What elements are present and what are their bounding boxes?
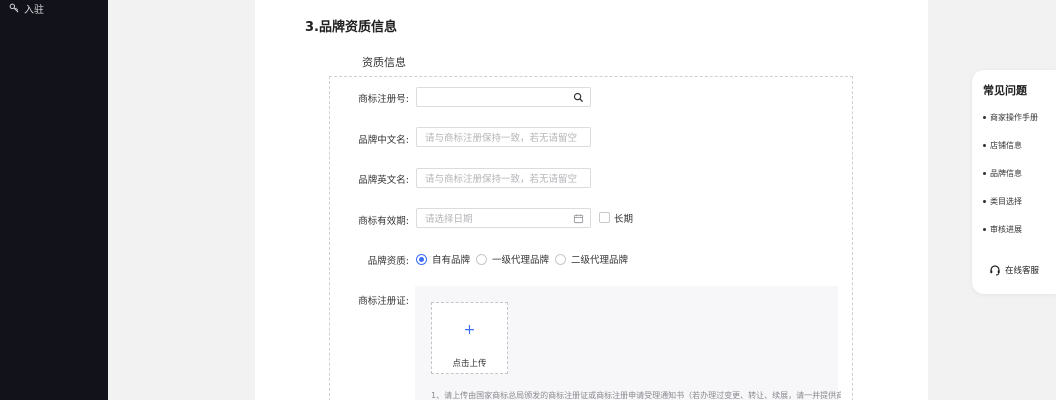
- brand-en-placeholder: 请与商标注册保持一致，若无请留空: [425, 174, 578, 185]
- radio-first-agent[interactable]: 一级代理品牌: [476, 252, 549, 266]
- upload-area: + 点击上传 1、请上传由国家商标总局颁发的商标注册证或商标注册申请受理通知书（…: [415, 286, 841, 400]
- brand-en-label: 品牌英文名:: [358, 175, 409, 186]
- online-service-button[interactable]: 在线客服: [989, 264, 1039, 276]
- faq-item[interactable]: 店铺信息: [983, 140, 1022, 151]
- search-icon[interactable]: [573, 92, 584, 103]
- brand-en-input[interactable]: 请与商标注册保持一致，若无请留空: [416, 168, 591, 188]
- bullet-icon: [983, 172, 986, 175]
- radio-button-selected[interactable]: [416, 253, 427, 265]
- radio-label: 二级代理品牌: [571, 255, 629, 266]
- faq-item[interactable]: 品牌信息: [983, 168, 1022, 179]
- long-term-label: 长期: [614, 214, 634, 225]
- brand-cn-input[interactable]: 请与商标注册保持一致，若无请留空: [416, 127, 591, 147]
- faq-item[interactable]: 类目选择: [983, 196, 1022, 207]
- brand-cn-placeholder: 请与商标注册保持一致，若无请留空: [425, 133, 578, 144]
- sidebar-item-onboarding[interactable]: 入驻: [9, 1, 44, 16]
- radio-label: 自有品牌: [432, 255, 471, 266]
- key-icon: [9, 3, 19, 13]
- sidebar: 入驻: [0, 0, 108, 400]
- faq-item-label: 品牌信息: [990, 169, 1022, 178]
- main-card: 3.品牌资质信息 资质信息 商标注册号: 品牌中文名: 请与商标注册保持一致，若…: [255, 0, 928, 400]
- validity-date-input[interactable]: 请选择日期: [416, 208, 591, 228]
- online-service-label: 在线客服: [1005, 266, 1040, 276]
- radio-button[interactable]: [555, 253, 566, 265]
- faq-title: 常见问题: [983, 84, 1027, 97]
- faq-item-label: 类目选择: [990, 197, 1022, 206]
- upload-button[interactable]: + 点击上传: [431, 302, 508, 374]
- headset-icon: [990, 265, 1000, 276]
- radio-second-agent[interactable]: 二级代理品牌: [555, 252, 628, 266]
- faq-item[interactable]: 审核进展: [983, 224, 1022, 235]
- validity-label: 商标有效期:: [358, 216, 409, 227]
- brand-cn-label: 品牌中文名:: [358, 135, 409, 146]
- trademark-no-label: 商标注册号:: [358, 94, 409, 105]
- trademark-no-input[interactable]: [416, 87, 591, 107]
- certificate-label: 商标注册证:: [358, 296, 409, 307]
- long-term-checkbox[interactable]: [599, 212, 610, 223]
- qualification-label: 品牌资质:: [367, 256, 409, 267]
- faq-item[interactable]: 商家操作手册: [983, 112, 1038, 123]
- calendar-icon: [573, 214, 584, 224]
- faq-item-label: 审核进展: [990, 225, 1022, 234]
- radio-own-brand[interactable]: 自有品牌: [416, 252, 470, 266]
- bullet-icon: [983, 228, 986, 231]
- upload-note: 1、请上传由国家商标总局颁发的商标注册证或商标注册申请受理通知书（若办理过变更、…: [431, 391, 841, 400]
- section-title: 3.品牌资质信息: [305, 20, 397, 35]
- radio-button[interactable]: [476, 253, 487, 265]
- faq-item-label: 店铺信息: [990, 141, 1022, 150]
- radio-label: 一级代理品牌: [492, 255, 550, 266]
- faq-panel: 常见问题 商家操作手册 店铺信息 品牌信息 类目选择 审核进展 在线客服: [972, 70, 1056, 294]
- faq-item-label: 商家操作手册: [990, 113, 1038, 122]
- bullet-icon: [983, 144, 986, 147]
- bullet-icon: [983, 200, 986, 203]
- plus-icon: +: [463, 322, 476, 338]
- sidebar-item-label: 入驻: [24, 4, 44, 16]
- bullet-icon: [983, 116, 986, 119]
- sub-title: 资质信息: [362, 56, 406, 69]
- validity-placeholder: 请选择日期: [425, 214, 473, 225]
- upload-label: 点击上传: [452, 359, 487, 369]
